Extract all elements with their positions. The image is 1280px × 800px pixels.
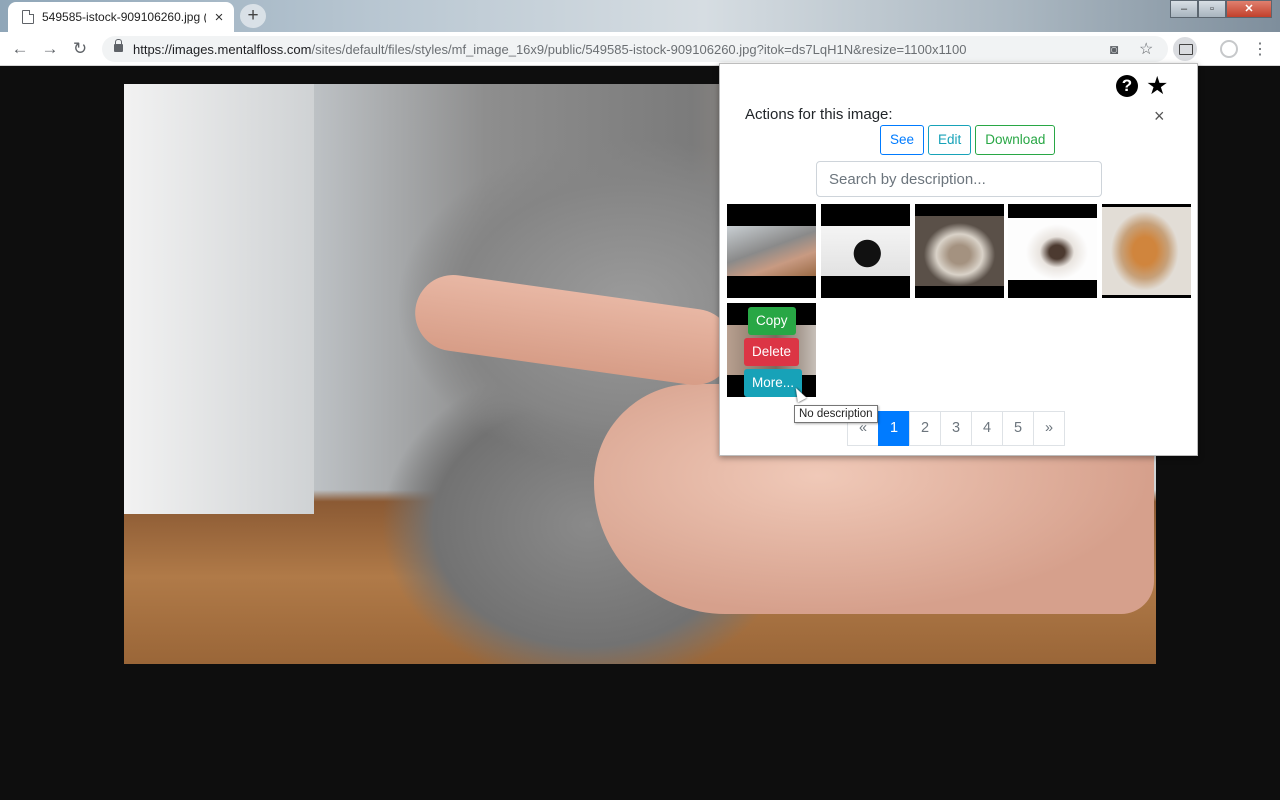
close-icon[interactable]: × — [1154, 106, 1165, 127]
thumbnail-picture — [915, 216, 1004, 286]
pagination-page-2[interactable]: 2 — [909, 411, 941, 446]
window-close-button[interactable]: ✕ — [1226, 0, 1272, 18]
pagination: « 1 2 3 4 5 » — [847, 411, 1065, 446]
thumbnail-picture — [1102, 207, 1191, 295]
pagination-next[interactable]: » — [1033, 411, 1065, 446]
browser-toolbar: ← → ↻ https://images.mentalfloss.com/sit… — [0, 32, 1280, 66]
page-icon — [22, 10, 34, 24]
download-button[interactable]: Download — [975, 125, 1056, 155]
pagination-page-1[interactable]: 1 — [878, 411, 910, 446]
tab-title: 549585-istock-909106260.jpg (1100 — [42, 10, 206, 24]
action-buttons: See Edit Download — [880, 125, 1056, 155]
minimize-button[interactable]: – — [1170, 0, 1198, 18]
tab-close-icon[interactable]: × — [212, 9, 226, 26]
url-host: https://images.mentalfloss.com — [133, 42, 312, 57]
pagination-page-5[interactable]: 5 — [1002, 411, 1034, 446]
blocked-content-icon[interactable]: ◙ — [1110, 41, 1118, 57]
thumbnail-picture — [1008, 218, 1097, 280]
image-thumbnail[interactable] — [821, 204, 910, 298]
favorite-star-icon[interactable]: ★ — [1146, 72, 1168, 100]
pagination-page-3[interactable]: 3 — [940, 411, 972, 446]
delete-button[interactable]: Delete — [744, 338, 800, 366]
image-finger — [410, 270, 738, 390]
edit-button[interactable]: Edit — [928, 125, 972, 155]
thumbnail-picture — [821, 226, 910, 276]
tooltip: No description — [794, 405, 878, 423]
profile-avatar-icon[interactable] — [1220, 40, 1238, 58]
extension-image-icon[interactable] — [1173, 37, 1197, 61]
thumbnail-picture — [727, 226, 816, 276]
tab-strip: 549585-istock-909106260.jpg (1100 × + – … — [0, 0, 1280, 32]
reload-icon[interactable]: ↻ — [69, 38, 91, 60]
see-button[interactable]: See — [880, 125, 925, 155]
image-thumbnail[interactable] — [915, 204, 1004, 298]
new-tab-button[interactable]: + — [240, 4, 266, 28]
help-icon[interactable]: ? — [1116, 75, 1138, 97]
address-bar[interactable]: https://images.mentalfloss.com/sites/def… — [102, 36, 1168, 62]
image-thumbnail[interactable] — [727, 204, 816, 298]
image-background-wall — [124, 84, 314, 514]
lock-icon — [114, 39, 123, 52]
bookmark-star-icon[interactable]: ☆ — [1139, 39, 1153, 59]
maximize-button[interactable]: ▫ — [1198, 0, 1226, 18]
search-input[interactable] — [816, 161, 1102, 197]
copy-button[interactable]: Copy — [748, 307, 796, 335]
image-thumbnail[interactable] — [1008, 204, 1097, 298]
url-path: /sites/default/files/styles/mf_image_16x… — [311, 42, 967, 57]
pagination-page-4[interactable]: 4 — [971, 411, 1003, 446]
image-actions-popup: ? ★ × Actions for this image: See Edit D… — [719, 63, 1198, 456]
back-icon[interactable]: ← — [9, 38, 31, 60]
browser-tab[interactable]: 549585-istock-909106260.jpg (1100 × — [8, 2, 234, 32]
actions-label: Actions for this image: — [745, 106, 893, 123]
image-thumbnail[interactable] — [1102, 204, 1191, 298]
window-controls: – ▫ ✕ — [1170, 0, 1272, 18]
browser-menu-icon[interactable]: ⋮ — [1252, 39, 1268, 59]
url-text[interactable]: https://images.mentalfloss.com/sites/def… — [133, 42, 966, 57]
forward-icon[interactable]: → — [39, 38, 61, 60]
